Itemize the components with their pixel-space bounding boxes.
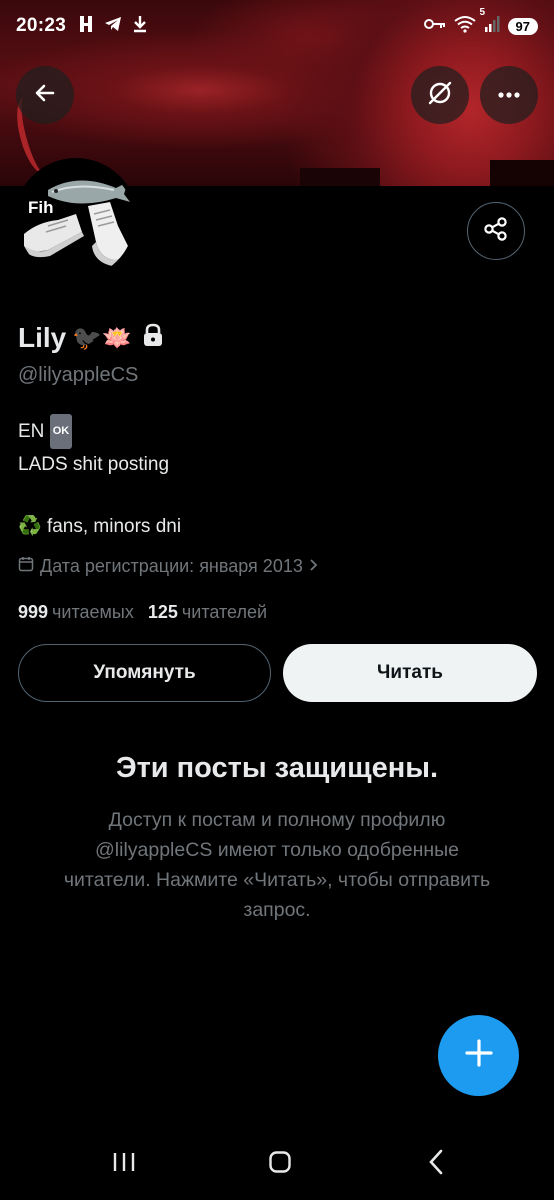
banner-decoration [490, 160, 554, 186]
mention-button[interactable]: Упомянуть [18, 644, 271, 702]
followers-stat[interactable]: 125 читателей [148, 602, 267, 623]
share-button[interactable] [467, 202, 525, 260]
back-button[interactable] [16, 66, 74, 124]
telegram-icon [104, 15, 122, 38]
grok-button[interactable] [411, 66, 469, 124]
protected-description: Доступ к постам и полному профилю @lilya… [63, 809, 491, 921]
battery-indicator: 97 [507, 17, 538, 35]
bio-line: LADS shit posting [18, 454, 170, 475]
followers-count: 125 [147, 602, 178, 622]
status-time: 20:23 [16, 15, 67, 36]
lock-icon [142, 322, 164, 354]
status-bar: 20:23 5 97 [0, 0, 554, 52]
home-button[interactable] [260, 1148, 300, 1180]
follow-button[interactable]: Читать [283, 644, 537, 702]
followers-label: читателей [181, 602, 268, 622]
calendar-icon [18, 556, 34, 577]
bio-line: EN OK [18, 414, 181, 449]
handle: @lilyappleCS [18, 364, 139, 386]
more-horizontal-icon [497, 86, 521, 104]
recycle-icon: ♻️ [18, 516, 42, 537]
status-notification-icons [78, 15, 148, 38]
network-label: 5 [479, 6, 486, 18]
avatar-label: Fih [28, 198, 54, 217]
bio-text: EN [18, 421, 45, 442]
protected-title: Эти посты защищены. [115, 752, 439, 784]
chevron-right-icon [309, 556, 319, 577]
wifi-icon [453, 15, 476, 38]
notification-app-icon [78, 15, 94, 38]
follow-stats: 999 читаемых 125 читателей [18, 602, 267, 623]
share-icon [483, 216, 509, 247]
grok-icon [426, 79, 454, 112]
chevron-left-icon [428, 1149, 444, 1180]
home-icon [268, 1150, 292, 1179]
cell-signal-icon: 5 [480, 7, 500, 38]
recent-apps-icon [111, 1150, 137, 1179]
arrow-left-icon [33, 81, 57, 110]
join-date-text: Дата регистрации: января 2013 [40, 556, 303, 576]
system-back-button[interactable] [416, 1148, 456, 1180]
join-date[interactable]: Дата регистрации: января 2013 [18, 556, 319, 577]
bio-text: fans, minors dni [46, 516, 182, 537]
download-icon [132, 15, 148, 38]
key-icon [423, 17, 446, 35]
system-navigation-bar [0, 1128, 554, 1200]
display-name-row: Lily 🐦‍⬛🪷 [18, 322, 164, 354]
avatar-image [24, 180, 130, 266]
more-button[interactable] [480, 66, 538, 124]
avatar[interactable]: Fih [14, 158, 138, 282]
banner-decoration [300, 168, 380, 186]
ok-emoji: OK [49, 414, 73, 449]
following-label: читаемых [52, 602, 134, 622]
compose-button[interactable] [438, 1015, 519, 1096]
name-emojis: 🐦‍⬛🪷 [72, 324, 132, 352]
following-count: 999 [18, 602, 49, 622]
bio-line: ♻️ fans, minors dni [18, 511, 181, 542]
bio: EN OK LADS shit posting ♻️ fans, minors … [18, 414, 181, 542]
status-system-icons: 5 97 [423, 7, 538, 38]
plus-icon [464, 1038, 494, 1073]
recent-apps-button[interactable] [104, 1148, 144, 1180]
following-stat[interactable]: 999 читаемых [18, 602, 134, 623]
display-name: Lily [18, 322, 67, 353]
